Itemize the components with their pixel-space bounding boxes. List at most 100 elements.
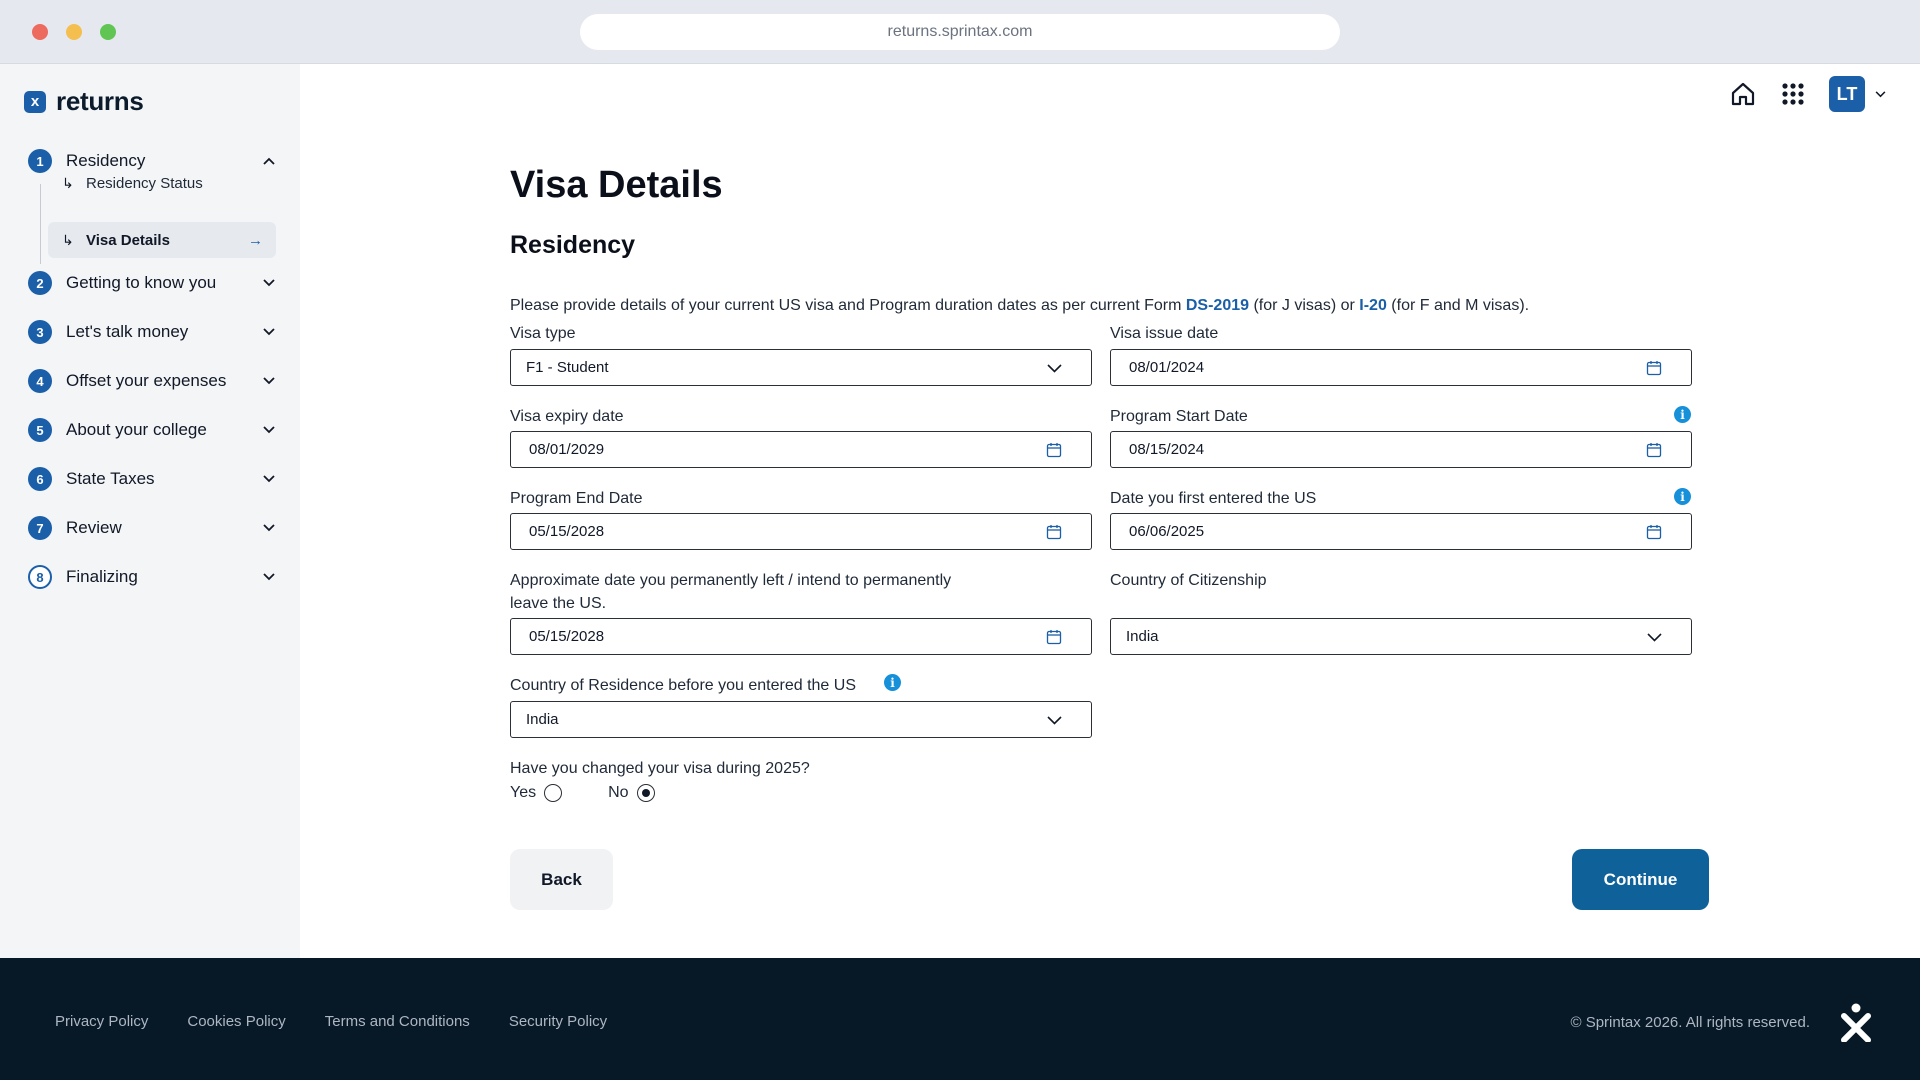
radio-yes[interactable] [544, 784, 563, 802]
intro-text-part: Please provide details of your current U… [510, 297, 1186, 314]
program-start-date-input[interactable]: 08/15/2024 [1110, 431, 1692, 468]
security-policy-link[interactable]: Security Policy [509, 1013, 607, 1030]
continue-button[interactable]: Continue [1572, 849, 1709, 910]
window-maximize-button[interactable] [100, 24, 116, 40]
program-end-date-value: 05/15/2028 [529, 523, 605, 540]
chevron-down-icon [1875, 90, 1886, 97]
avatar: LT [1829, 76, 1865, 112]
country-citizenship-value: India [1126, 628, 1159, 645]
window-minimize-button[interactable] [66, 24, 82, 40]
step-number: 2 [28, 271, 52, 295]
radio-label: No [608, 784, 629, 801]
visa-changed-question: Have you changed your visa during 2025? [510, 760, 810, 777]
step-label: State Taxes [66, 469, 155, 488]
apps-grid-icon[interactable] [1779, 80, 1807, 108]
substep-label: Visa Details [86, 231, 170, 249]
info-icon[interactable]: i [1674, 488, 1691, 505]
chevron-down-icon[interactable] [262, 325, 276, 339]
chevron-down-icon[interactable] [262, 423, 276, 437]
country-citizenship-select[interactable]: India [1110, 618, 1692, 655]
country-residence-value: India [526, 711, 559, 728]
intro-text: Please provide details of your current U… [510, 297, 1529, 315]
country-residence-select[interactable]: India [510, 701, 1092, 738]
brand-logo-icon: x [24, 90, 46, 113]
user-menu[interactable]: LT [1829, 76, 1886, 112]
country-residence-label: Country of Residence before you entered … [510, 677, 856, 694]
calendar-icon[interactable] [1645, 359, 1663, 377]
chevron-down-icon[interactable] [262, 521, 276, 535]
visa-expiry-date-label: Visa expiry date [510, 408, 624, 425]
sidebar-step-lets-talk-money[interactable]: 3 Let's talk money [28, 317, 276, 347]
step-label: Review [66, 518, 122, 537]
visa-expiry-date-input[interactable]: 08/01/2029 [510, 431, 1092, 468]
ds-2019-link[interactable]: DS-2019 [1186, 297, 1249, 314]
terms-conditions-link[interactable]: Terms and Conditions [325, 1013, 470, 1030]
arrow-right-icon: → [248, 231, 263, 249]
sidebar-step-review[interactable]: 7 Review [28, 513, 276, 543]
calendar-icon[interactable] [1045, 628, 1063, 646]
intro-text-part: (for J visas) or [1249, 297, 1360, 314]
step-number: 4 [28, 369, 52, 393]
sidebar: x returns 1 Residency ↳ Residency Status… [0, 64, 300, 958]
chevron-down-icon[interactable] [262, 472, 276, 486]
step-label: Finalizing [66, 567, 138, 586]
i-20-link[interactable]: I-20 [1359, 297, 1387, 314]
radio-option-no[interactable]: No [608, 784, 655, 802]
calendar-icon[interactable] [1045, 523, 1063, 541]
cookies-policy-link[interactable]: Cookies Policy [187, 1013, 285, 1030]
sidebar-step-getting-to-know-you[interactable]: 2 Getting to know you [28, 268, 276, 298]
step-label: Getting to know you [66, 273, 217, 292]
visa-type-select[interactable]: F1 - Student [510, 349, 1092, 386]
info-icon[interactable]: i [884, 674, 901, 691]
program-start-date-label: Program Start Date [1110, 408, 1248, 425]
footer-links: Privacy Policy Cookies Policy Terms and … [55, 1013, 607, 1030]
step-number: 8 [28, 565, 52, 589]
radio-no[interactable] [636, 784, 655, 802]
left-us-date-label-line1: Approximate date you permanently left / … [510, 572, 952, 589]
visa-issue-date-label: Visa issue date [1110, 325, 1219, 342]
chevron-down-icon[interactable] [262, 374, 276, 388]
step-number: 6 [28, 467, 52, 491]
substep-visa-details[interactable]: ↳ Visa Details → [48, 222, 276, 258]
calendar-icon[interactable] [1645, 523, 1663, 541]
radio-label: Yes [510, 784, 537, 801]
back-button[interactable]: Back [510, 849, 613, 910]
chevron-down-icon[interactable] [262, 276, 276, 290]
visa-issue-date-value: 08/01/2024 [1129, 359, 1205, 376]
intro-text-part: (for F and M visas). [1386, 297, 1530, 314]
calendar-icon[interactable] [1045, 441, 1063, 459]
step-number: 7 [28, 516, 52, 540]
left-us-date-input[interactable]: 05/15/2028 [510, 618, 1092, 655]
sidebar-step-about-college[interactable]: 5 About your college [28, 415, 276, 445]
radio-option-yes[interactable]: Yes [510, 784, 563, 802]
calendar-icon[interactable] [1645, 441, 1663, 459]
home-icon[interactable] [1729, 80, 1757, 108]
sidebar-step-finalizing[interactable]: 8 Finalizing [28, 562, 276, 592]
left-us-date-label: Approximate date you permanently left / … [510, 569, 951, 615]
step-label: Offset your expenses [66, 371, 227, 390]
visa-issue-date-input[interactable]: 08/01/2024 [1110, 349, 1692, 386]
first-entered-date-input[interactable]: 06/06/2025 [1110, 513, 1692, 550]
first-entered-date-value: 06/06/2025 [1129, 523, 1205, 540]
left-us-date-label-line2: leave the US. [510, 595, 607, 612]
step-label: About your college [66, 420, 207, 439]
program-end-date-input[interactable]: 05/15/2028 [510, 513, 1092, 550]
window-close-button[interactable] [32, 24, 48, 40]
info-icon[interactable]: i [1674, 406, 1691, 423]
program-end-date-label: Program End Date [510, 490, 643, 507]
address-bar[interactable]: returns.sprintax.com [580, 14, 1340, 50]
visa-expiry-date-value: 08/01/2029 [529, 441, 605, 458]
section-title: Residency [510, 231, 636, 259]
substep-residency-status[interactable]: ↳ Residency Status [48, 165, 276, 201]
substep-connector [40, 184, 41, 264]
copyright: © Sprintax 2026. All rights reserved. [1570, 1014, 1810, 1031]
step-label: Let's talk money [66, 322, 189, 341]
brand[interactable]: x returns [24, 86, 144, 117]
sidebar-step-state-taxes[interactable]: 6 State Taxes [28, 464, 276, 494]
return-arrow-icon: ↳ [62, 231, 74, 248]
sidebar-step-offset-expenses[interactable]: 4 Offset your expenses [28, 366, 276, 396]
brand-name: returns [56, 86, 144, 116]
left-us-date-value: 05/15/2028 [529, 628, 605, 645]
chevron-down-icon[interactable] [262, 570, 276, 584]
privacy-policy-link[interactable]: Privacy Policy [55, 1013, 148, 1030]
